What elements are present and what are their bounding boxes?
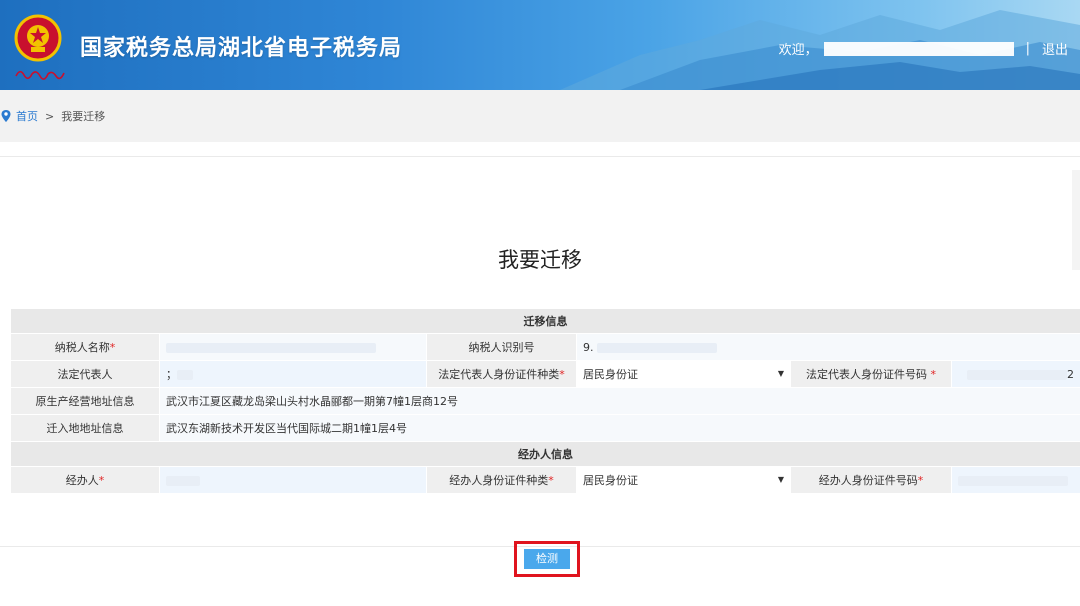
tax-emblem-icon [14,14,62,62]
legal-rep-field[interactable]: ； [159,360,427,388]
section-migration-info: 迁移信息 [10,308,1080,334]
orig-addr-label: 原生产经营地址信息 [10,387,160,415]
breadcrumb-home[interactable]: 首页 [16,108,38,124]
signature-logo [15,70,65,80]
taxpayer-id-field[interactable]: 9. [576,333,1080,361]
divider [0,156,1080,157]
breadcrumb-arrow: > [45,109,55,123]
handler-id-no-field[interactable] [951,466,1080,494]
handler-id-type-select[interactable]: 居民身份证 ▼ [576,466,791,494]
handler-field[interactable] [159,466,427,494]
breadcrumb: 首页 > 我要迁移 [0,90,1080,142]
migration-form: 迁移信息 纳税人名称* 纳税人识别号 9. 法定代表人 ； 法定代表人身份证件种… [10,308,1080,494]
check-button-highlight: 检测 [514,541,580,577]
taxpayer-name-field[interactable] [159,333,427,361]
page-title: 我要迁移 [498,248,582,272]
header-separator: | [1025,41,1030,56]
check-button[interactable]: 检测 [524,549,570,569]
logout-link[interactable]: 退出 [1042,39,1068,58]
breadcrumb-current: 我要迁移 [61,110,106,123]
user-area: 欢迎， | 退出 [779,39,1068,58]
dropdown-arrow-icon: ▼ [777,369,784,378]
site-header: 国家税务总局湖北省电子税务局 欢迎， | 退出 [0,0,1080,90]
legal-id-no-label: 法定代表人身份证件号码 * [790,360,952,388]
legal-id-type-label: 法定代表人身份证件种类* [426,360,577,388]
welcome-text: 欢迎， [778,43,818,58]
legal-id-type-select[interactable]: 居民身份证 ▼ [576,360,791,388]
legal-id-no-field[interactable]: 2 [951,360,1080,388]
site-title: 国家税务总局湖北省电子税务局 [80,36,403,61]
handler-id-type-label: 经办人身份证件种类* [426,466,577,494]
new-addr-label: 迁入地地址信息 [10,414,160,442]
dropdown-arrow-icon: ▼ [777,475,784,484]
new-addr-field[interactable]: 武汉东湖新技术开发区当代国际城二期1幢1层4号 [159,414,1080,442]
username-redacted [823,41,1014,56]
legal-rep-label: 法定代表人 [10,360,160,388]
handler-label: 经办人* [10,466,160,494]
taxpayer-name-label: 纳税人名称* [10,333,160,361]
scrollbar[interactable] [1072,170,1080,270]
handler-id-no-label: 经办人身份证件号码* [790,466,952,494]
taxpayer-id-label: 纳税人识别号 [426,333,577,361]
section-handler-info: 经办人信息 [10,441,1080,467]
location-pin-icon [1,110,11,122]
orig-addr-field[interactable]: 武汉市江夏区藏龙岛梁山头村水晶郦都一期第7幢1层商12号 [159,387,1080,415]
